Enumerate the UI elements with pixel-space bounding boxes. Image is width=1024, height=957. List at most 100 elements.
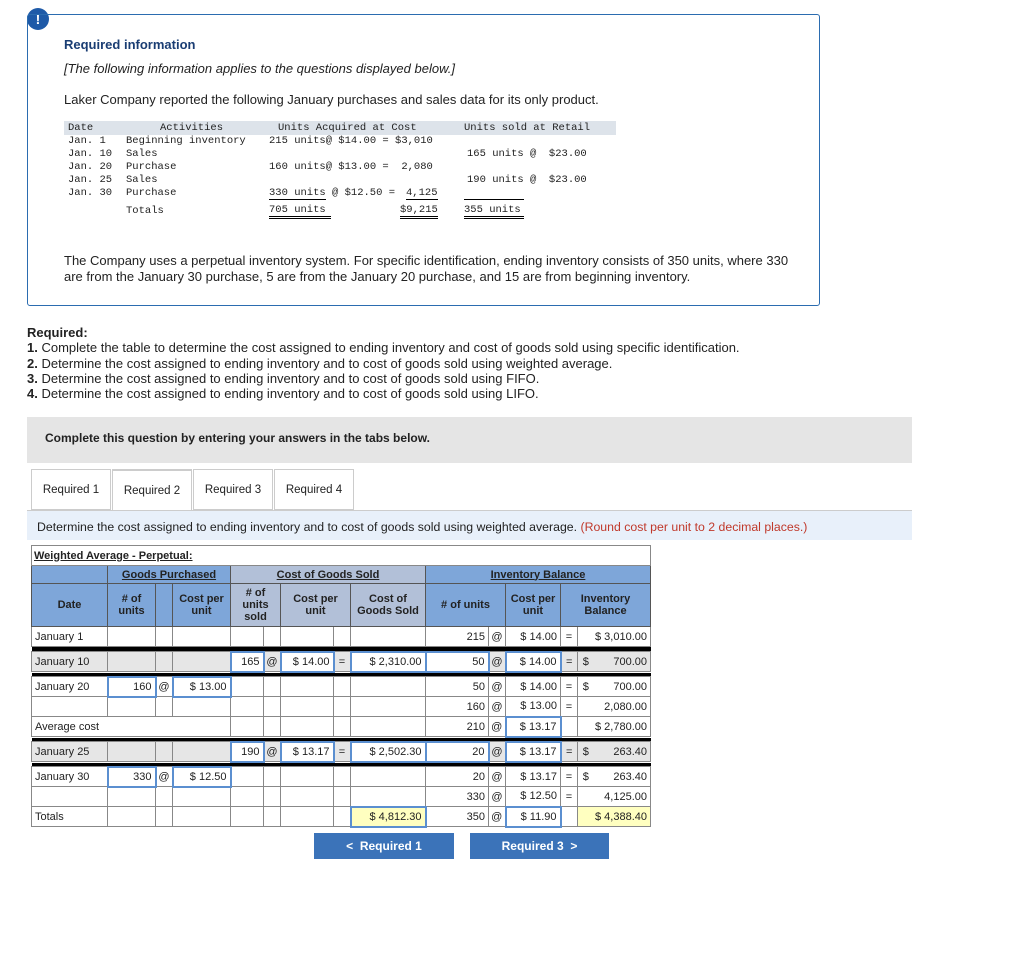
cell-b-eq: = xyxy=(560,741,578,762)
cell-b-cost[interactable]: $ 14.00 xyxy=(504,650,562,673)
cell-s-cost[interactable]: $ 13.17 xyxy=(279,740,335,763)
header-activities: Activities xyxy=(160,122,224,134)
header-balance-cost: Cost per unit xyxy=(505,583,561,627)
cell-b-total: $ 263.40 xyxy=(577,741,651,762)
cell-s-units xyxy=(230,716,264,737)
cell-s-cost xyxy=(280,786,334,807)
cell-p-cost[interactable]: $ 13.00 xyxy=(171,675,232,698)
cell-b-total: $ 700.00 xyxy=(577,651,651,672)
cell-s-units xyxy=(230,696,264,717)
cell-date: January 25 xyxy=(31,741,108,762)
cell-p-units xyxy=(107,806,156,827)
tab-required-2[interactable]: Required 2 xyxy=(112,469,192,511)
cell-p-units[interactable]: 330 xyxy=(106,765,157,788)
cell-b-eq xyxy=(560,806,578,827)
cell-s-at: @ xyxy=(263,741,281,762)
totals-cost: $9,215 xyxy=(400,204,438,219)
cell-b-cost: $ 13.17 xyxy=(505,766,561,787)
info-heading: Required information xyxy=(64,37,196,52)
cell-b-eq: = xyxy=(560,651,578,672)
cell-b-units: 50 xyxy=(425,676,489,697)
cell-b-cost[interactable]: $ 13.17 xyxy=(504,715,562,738)
row-activity: Beginning inventory xyxy=(126,135,246,147)
cell-p-units xyxy=(107,786,156,807)
info-italic-note: [The following information applies to th… xyxy=(64,61,455,76)
required-list: Required: 1. Complete the table to deter… xyxy=(27,325,740,401)
cell-date: January 1 xyxy=(31,626,108,647)
group-goods-purchased: Goods Purchased xyxy=(107,565,231,584)
cell-b-cost[interactable]: $ 13.17 xyxy=(504,740,562,763)
cell-b-units[interactable]: 20 xyxy=(424,740,490,763)
next-required-3-button[interactable]: Required 3 > xyxy=(470,833,609,859)
cell-s-eq xyxy=(333,696,351,717)
row-acquired-total: 4,125 xyxy=(406,187,438,200)
cell-s-at xyxy=(263,676,281,697)
cell-s-total xyxy=(350,716,426,737)
totals-units: 705 units xyxy=(269,204,331,219)
instruction: Determine the cost assigned to ending in… xyxy=(27,510,912,540)
cell-date xyxy=(31,786,108,807)
row-activity: Sales xyxy=(126,174,158,186)
row-activity: Purchase xyxy=(126,161,177,173)
cell-b-total: $ 263.40 xyxy=(577,766,651,787)
info-note: The Company uses a perpetual inventory s… xyxy=(64,253,789,284)
cell-b-at: @ xyxy=(488,676,506,697)
cell-b-cost[interactable]: $ 11.90 xyxy=(504,805,562,828)
complete-prompt: Complete this question by entering your … xyxy=(27,417,912,463)
cell-b-units: 160 xyxy=(425,696,489,717)
table-row: January 1 215 @ $ 14.00 = $ 3,010.00 xyxy=(31,626,651,647)
required-item: 4. Determine the cost assigned to ending… xyxy=(27,386,539,402)
cell-s-total xyxy=(350,696,426,717)
cell-s-total[interactable]: $ 2,310.00 xyxy=(349,650,427,673)
cell-p-at xyxy=(155,626,173,647)
table-row: January 25 190 @ $ 13.17 = $ 2,502.30 20 @ $ 13.… xyxy=(31,740,651,763)
cell-s-cost[interactable]: $ 14.00 xyxy=(279,650,335,673)
table-row: 330 @ $ 12.50 = 4,125.00 xyxy=(31,786,651,807)
table-row: Average cost 210 @ $ 13.17 $ 2,780.00 xyxy=(31,715,651,738)
cell-s-eq: = xyxy=(333,741,351,762)
cell-p-cost[interactable]: $ 12.50 xyxy=(171,765,232,788)
cell-s-eq xyxy=(333,626,351,647)
cell-s-total xyxy=(350,676,426,697)
cell-s-at: @ xyxy=(263,651,281,672)
cell-s-eq xyxy=(333,716,351,737)
cell-s-total[interactable]: $ 4,812.30 xyxy=(349,805,427,828)
cell-p-cost xyxy=(172,626,231,647)
cell-s-eq xyxy=(333,766,351,787)
cell-p-cost xyxy=(172,651,231,672)
header-sold-cost: Cost per unit xyxy=(280,583,351,627)
cell-s-total[interactable]: $ 2,502.30 xyxy=(349,740,427,763)
cell-p-units xyxy=(107,741,156,762)
cell-b-units: 215 xyxy=(425,626,489,647)
header-inventory-balance: Inventory Balance xyxy=(560,583,651,627)
cell-b-total: $ 3,010.00 xyxy=(577,626,651,647)
cell-b-total: $ 2,780.00 xyxy=(577,716,651,737)
cell-s-eq: = xyxy=(333,651,351,672)
header-date: Date xyxy=(68,122,94,134)
cell-b-units: 330 xyxy=(425,786,489,807)
cell-b-at: @ xyxy=(488,696,506,717)
tab-required-4[interactable]: Required 4 xyxy=(274,469,354,510)
cell-s-units xyxy=(230,626,264,647)
cell-b-at: @ xyxy=(488,786,506,807)
cell-b-total: 2,080.00 xyxy=(577,696,651,717)
cell-s-units[interactable]: 165 xyxy=(229,650,265,673)
tab-required-3[interactable]: Required 3 xyxy=(193,469,273,510)
cell-b-eq: = xyxy=(560,676,578,697)
cell-s-cost xyxy=(280,766,334,787)
group-cost-of-goods-sold: Cost of Goods Sold xyxy=(230,565,426,584)
cell-b-units[interactable]: 50 xyxy=(424,650,490,673)
cell-s-units xyxy=(230,806,264,827)
cell-p-at xyxy=(155,651,173,672)
chevron-left-icon: < xyxy=(346,839,360,853)
header-purchased-units: # of units xyxy=(107,583,156,627)
totals-label: Totals xyxy=(126,205,164,217)
cell-s-units[interactable]: 190 xyxy=(229,740,265,763)
cell-s-eq xyxy=(333,676,351,697)
cell-p-units[interactable]: 160 xyxy=(106,675,157,698)
prev-required-1-button[interactable]: < Required 1 xyxy=(314,833,454,859)
cell-b-total: $ 4,388.40 xyxy=(577,806,651,827)
cell-b-eq xyxy=(560,716,578,737)
cell-b-eq: = xyxy=(560,786,578,807)
tab-required-1[interactable]: Required 1 xyxy=(31,469,111,510)
